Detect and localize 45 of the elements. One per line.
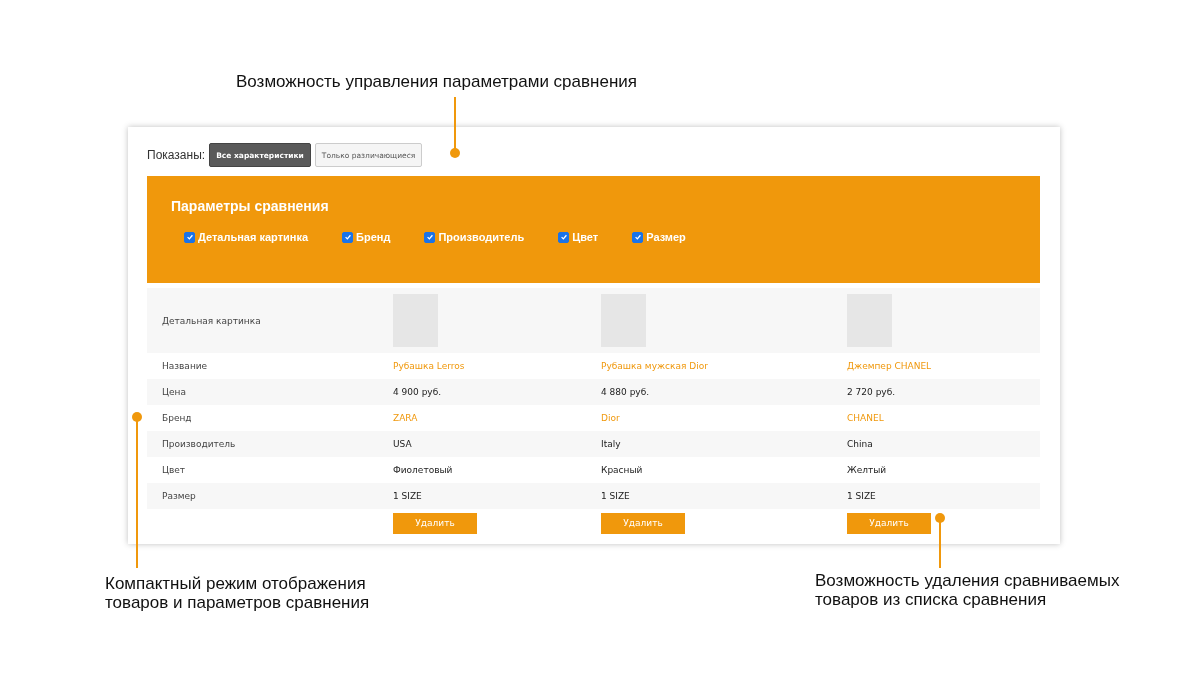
table-cell: China [847, 439, 873, 449]
annotation-text: Компактный режим отображения товаров и параметров сравнения [105, 574, 370, 612]
filter-label: Показаны: [147, 148, 206, 162]
delete-button[interactable]: Удалить [601, 512, 685, 534]
leader-line [450, 97, 460, 158]
option-label: Детальная картинка [198, 231, 309, 243]
product-link[interactable]: Джемпер CHANEL [847, 361, 932, 371]
table-cell: 1 SIZE [601, 491, 630, 501]
option-label: Бренд [356, 231, 391, 243]
product-link[interactable]: Рубашка Lerros [393, 361, 465, 371]
product-link[interactable]: ZARA [393, 413, 418, 423]
delete-button[interactable]: Удалить [847, 512, 931, 534]
annotation-text: Возможность удаления сравниваемых товаров из списка сравнения [815, 571, 1120, 609]
checkbox[interactable] [184, 231, 195, 243]
row-label: Цена [161, 387, 187, 397]
table-cell: Italy [601, 439, 621, 449]
annotation-text: Возможность управления параметрами сравнения [236, 72, 637, 91]
panel-title: Параметры сравнения [171, 198, 330, 214]
option-label: Размер [646, 231, 686, 243]
checkbox[interactable] [632, 231, 644, 243]
table-cell: 1 SIZE [393, 491, 422, 501]
row-label: Детальная картинка [161, 315, 262, 326]
row-label: Размер [161, 491, 197, 501]
table-cell: 4 880 руб. [601, 387, 650, 397]
table-cell: Желтый [847, 465, 887, 475]
row-label: Производитель [161, 439, 237, 449]
checkbox[interactable] [558, 231, 570, 243]
table-cell: Красный [601, 465, 643, 475]
row-label: Цвет [161, 465, 187, 475]
checkbox[interactable] [424, 231, 436, 243]
product-link[interactable]: Рубашка мужская Dior [601, 361, 708, 371]
row-label: Название [161, 361, 209, 371]
table-cell: 2 720 руб. [847, 387, 896, 397]
leader-line [935, 513, 945, 568]
table-cell: USA [393, 439, 412, 449]
product-link[interactable]: CHANEL [847, 413, 884, 423]
option-label: Производитель [438, 231, 525, 243]
table-cell: Фиолетовый [393, 465, 453, 475]
table-cell: 1 SIZE [847, 491, 876, 501]
checkbox[interactable] [342, 231, 354, 243]
delete-button[interactable]: Удалить [393, 512, 477, 534]
row-label: Бренд [161, 413, 193, 423]
table-cell: 4 900 руб. [393, 387, 442, 397]
product-link[interactable]: Dior [601, 413, 620, 423]
option-label: Цвет [572, 231, 599, 243]
